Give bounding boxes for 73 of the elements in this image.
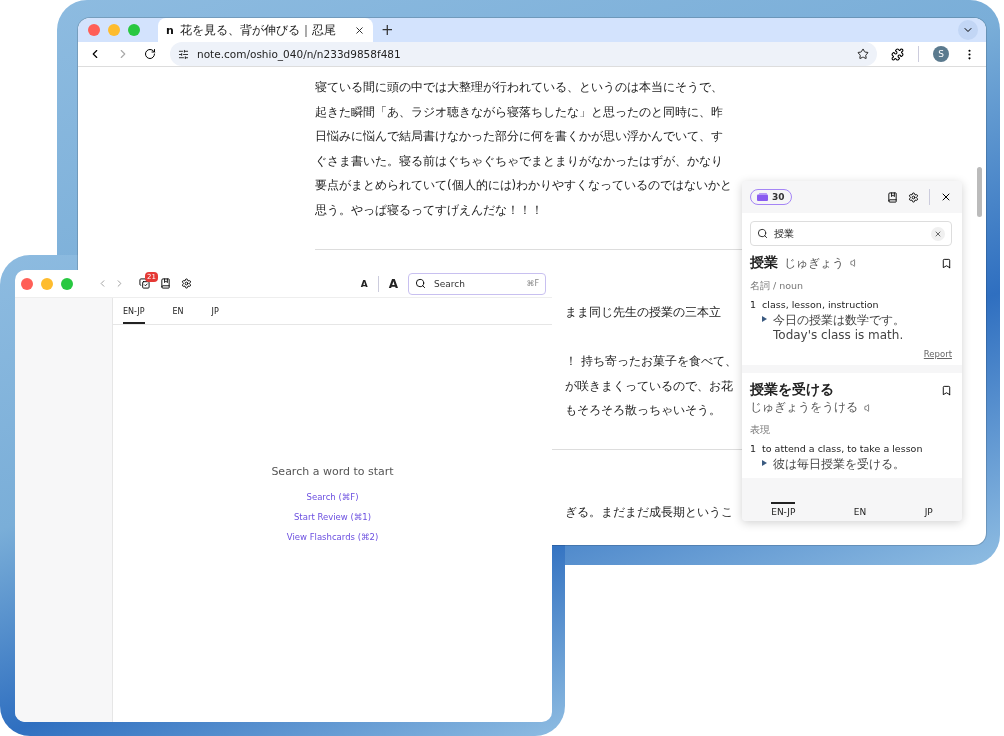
bookmarks-icon[interactable] [887,191,898,203]
reading: じゅぎょうをうける [750,399,858,416]
example-translation: Today's class is math. [773,328,904,343]
favicon: n [166,23,174,37]
star-icon[interactable] [857,48,869,60]
bookmarks-icon[interactable] [160,278,171,289]
example-sentence: 今日の授業は数学です。 [773,313,905,328]
scrollbar-thumb[interactable] [977,167,982,217]
gloss: to attend a class, to take a lesson [762,443,923,454]
article-line: が咲きまくっているので、お花 [565,377,733,395]
font-smaller-button[interactable]: A [360,278,368,289]
bookmark-icon[interactable] [941,257,952,269]
sense-number: 1 [750,443,757,454]
part-of-speech: 名詞 / noun [750,280,804,293]
report-link[interactable]: Report [923,349,952,359]
reading: じゅぎょう [784,254,844,272]
shortcut-link[interactable]: View Flashcards (⌘2) [286,532,379,542]
cards-icon [757,193,768,201]
tab-search-button[interactable] [958,20,978,40]
search-icon [415,278,426,289]
close-icon[interactable] [354,24,365,36]
settings-icon[interactable] [908,191,919,203]
settings-icon[interactable] [181,278,192,289]
language-tab[interactable]: JP [924,501,933,517]
article-line: 日悩みに悩んで結局書けなかった部分に何を書くかが思い浮かんでいて、す [315,128,723,145]
profile-avatar[interactable]: S [933,46,949,62]
new-tab-button[interactable]: + [381,21,394,39]
search-field[interactable]: Search ⌘F [408,272,546,295]
extensions-icon[interactable] [891,47,904,61]
language-tab[interactable]: EN-JP [123,307,145,324]
shortcut-link[interactable]: Start Review (⌘1) [293,512,371,522]
bookmark-icon[interactable] [941,384,952,396]
article-line: 起きた瞬間「あ、ラジオ聴きながら寝落ちしたな」と思ったのと同時に、昨 [315,103,723,121]
part-of-speech: 表現 [750,424,770,437]
article-line: まま同じ先生の授業の三本立 [565,304,721,321]
count-text: 30 [772,192,785,202]
language-tab[interactable]: EN [172,307,184,324]
play-icon [762,316,767,322]
font-larger-button[interactable]: A [388,276,398,291]
search-icon [757,228,768,239]
shortcut-link[interactable]: Search (⌘F) [306,492,359,502]
review-icon[interactable] [139,278,150,289]
reload-icon[interactable] [144,48,156,60]
search-input[interactable]: Search [432,277,521,290]
search-query: 授業 [774,226,795,241]
close-icon[interactable] [940,191,952,203]
headword: 授業を受ける [750,381,834,399]
article-line: もそろそろ散っちゃいそう。 [565,402,721,419]
article-line: ぎる。まだまだ成長期というこ [565,503,733,521]
search-field[interactable]: 授業 [750,221,952,246]
article-line: ぐさま書いた。寝る前はぐちゃぐちゃでまとまりがなかったはずが、かなり [315,152,723,170]
url-text: note.com/oshio_040/n/n233d9858f481 [197,48,402,60]
sense-number: 1 [750,299,757,310]
language-tab[interactable]: EN [853,501,867,517]
browser-tab[interactable]: n 花を見る、背が伸びる｜忍尾 [158,18,373,42]
close-light[interactable] [21,277,33,290]
clear-button[interactable] [931,226,945,241]
article-line: 思う。やっぱ寝るってすげえんだな！！！ [315,201,543,219]
close-icon [934,229,942,238]
example-sentence: 彼は毎日授業を受ける。 [773,457,905,472]
site-settings-icon[interactable] [178,48,189,60]
language-tab[interactable]: EN-JP [771,501,796,517]
article-line: 寝ている間に頭の中では大整理が行われている、というのは本当にそうで、 [315,79,723,96]
article-line: 要点がまとめられていて(個人的には)わかりやすくなっているのではないかと [315,177,733,194]
language-tab[interactable]: JP [211,307,219,324]
shortcut-hint: ⌘F [526,279,539,288]
article-line: ！ 持ち寄ったお菓子を食べて、 [565,353,737,370]
gloss: class, lesson, instruction [762,299,879,310]
address-bar[interactable]: note.com/oshio_040/n/n233d9858f481 [170,42,877,66]
headword: 授業 [750,254,778,272]
play-icon [762,460,767,466]
empty-message: Search a word to start [271,465,394,478]
tab-title: 花を見る、背が伸びる｜忍尾 [179,21,337,39]
